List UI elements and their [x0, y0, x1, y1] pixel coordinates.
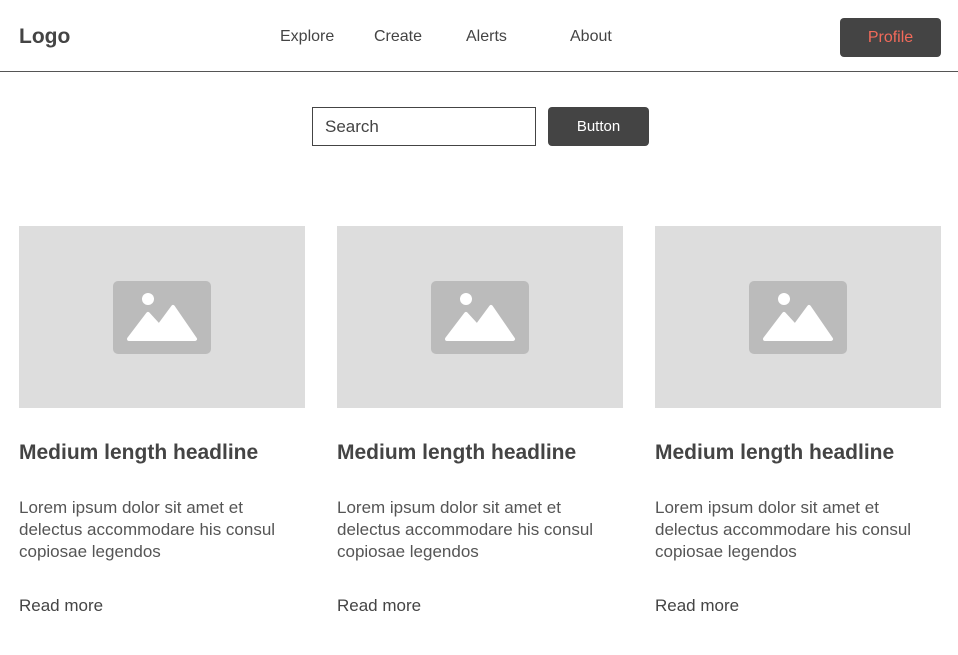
card-image [655, 226, 941, 408]
card-body-text: Lorem ipsum dolor sit amet et delectus a… [337, 498, 594, 561]
logo[interactable]: Logo [19, 24, 70, 50]
nav-item-explore[interactable]: Explore [280, 27, 334, 47]
image-placeholder-icon [749, 281, 847, 354]
search-input[interactable]: Search [312, 107, 536, 146]
image-placeholder-icon [431, 281, 529, 354]
nav-item-about[interactable]: About [570, 27, 612, 47]
profile-button[interactable]: Profile [840, 18, 941, 57]
card-headline: Medium length headline [337, 441, 577, 464]
read-more-link[interactable]: Read more [19, 595, 103, 617]
nav-item-create[interactable]: Create [374, 27, 422, 47]
card-headline: Medium length headline [19, 441, 259, 464]
read-more-link[interactable]: Read more [655, 595, 739, 617]
top-nav-bar: Logo Explore Create Alerts About Profile [0, 0, 958, 72]
image-placeholder-icon [113, 281, 211, 354]
card-body-text: Lorem ipsum dolor sit amet et delectus a… [655, 498, 912, 561]
card-image [19, 226, 305, 408]
card-image [337, 226, 623, 408]
search-button[interactable]: Button [548, 107, 649, 146]
read-more-link[interactable]: Read more [337, 595, 421, 617]
card-body-text: Lorem ipsum dolor sit amet et delectus a… [19, 498, 276, 561]
card-headline: Medium length headline [655, 441, 895, 464]
page: Logo Explore Create Alerts About Profile… [0, 0, 958, 655]
nav-item-alerts[interactable]: Alerts [466, 27, 507, 47]
